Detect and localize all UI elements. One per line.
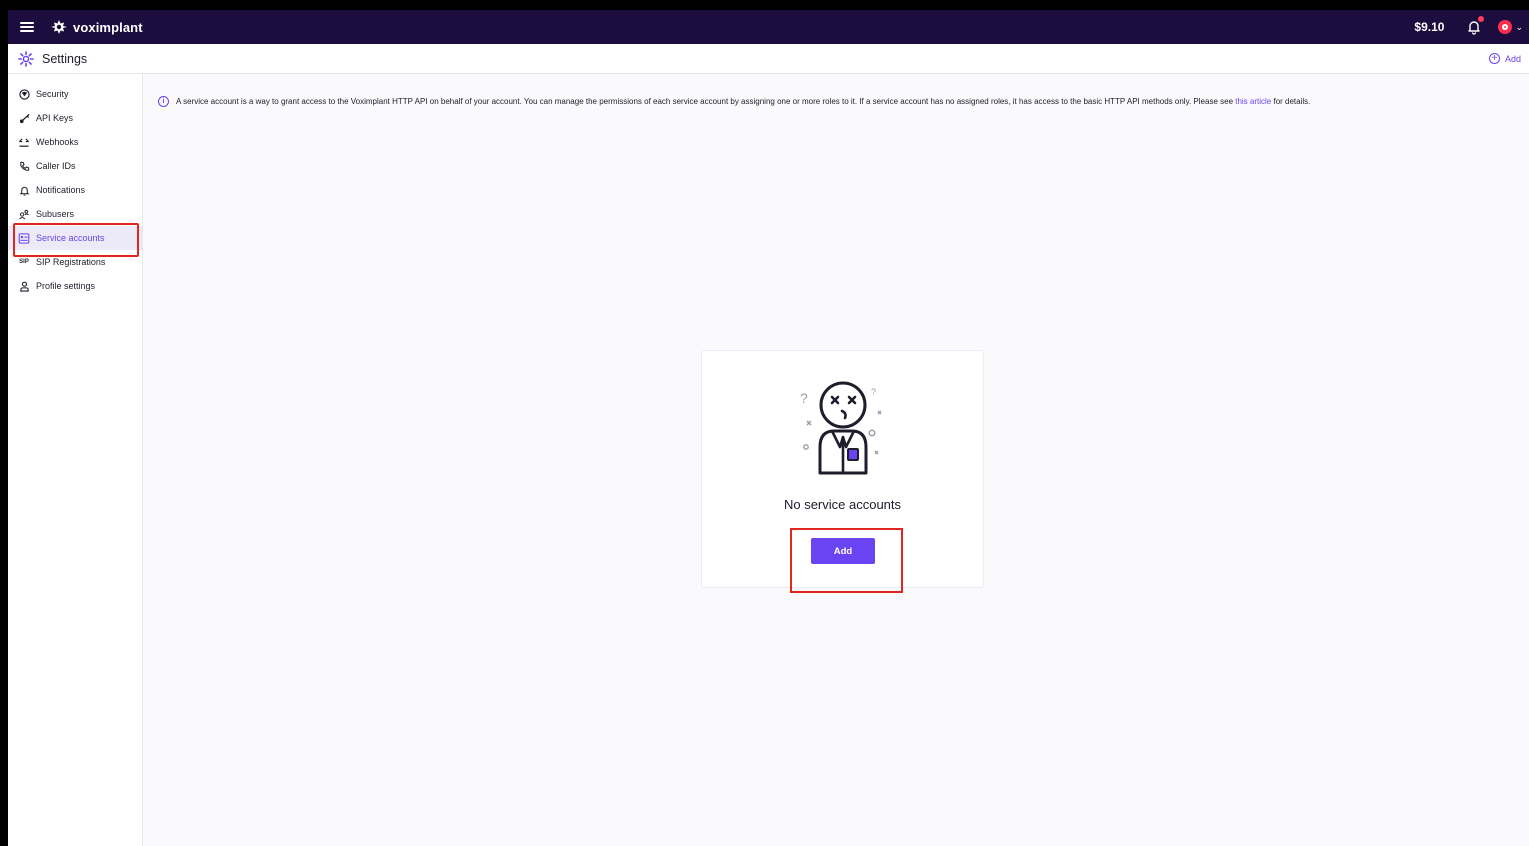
sidebar-item-service-accounts[interactable]: Service accounts bbox=[8, 223, 142, 257]
add-circle-icon: + bbox=[1488, 53, 1500, 64]
sidebar-item-label: SIP Registrations bbox=[36, 257, 106, 267]
sidebar-item-api-keys[interactable]: API Keys bbox=[8, 106, 142, 130]
sip-icon: SIP bbox=[19, 259, 29, 265]
bell-icon bbox=[18, 184, 30, 196]
sidebar-item-caller-ids[interactable]: Caller IDs bbox=[8, 154, 142, 178]
info-link[interactable]: this article bbox=[1235, 97, 1271, 106]
notification-dot bbox=[1478, 16, 1485, 22]
add-service-account-button[interactable]: Add bbox=[811, 538, 875, 564]
service-account-icon bbox=[18, 232, 30, 244]
chevron-down-icon[interactable]: ⌄ bbox=[1515, 22, 1523, 33]
account-balance[interactable]: $9.10 bbox=[1414, 20, 1444, 34]
menu-icon[interactable] bbox=[20, 22, 34, 32]
topbar-right: $9.10 ⌄ bbox=[1414, 16, 1523, 35]
sidebar-item-sip-registrations[interactable]: SIP SIP Registrations bbox=[8, 250, 142, 274]
sidebar-item-label: Profile settings bbox=[36, 281, 96, 291]
sidebar-item-label: Caller IDs bbox=[36, 161, 76, 171]
avatar-icon[interactable] bbox=[1498, 20, 1513, 34]
sidebar-item-label: API Keys bbox=[36, 113, 74, 123]
info-banner: i A service account is a way to grant ac… bbox=[158, 96, 1310, 107]
empty-state-card: ? ? No service accounts Add bbox=[701, 350, 984, 593]
logo[interactable]: voximplant bbox=[50, 19, 143, 35]
top-bar: voximplant $9.10 ⌄ bbox=[8, 10, 1529, 44]
svg-text:?: ? bbox=[871, 387, 876, 397]
sidebar: Security API Keys Webhooks Caller IDs No… bbox=[8, 74, 143, 846]
info-icon: i bbox=[158, 96, 169, 107]
info-text: A service account is a way to grant acce… bbox=[176, 97, 1311, 106]
person-icon bbox=[18, 280, 30, 292]
sidebar-item-webhooks[interactable]: Webhooks bbox=[8, 130, 142, 154]
page-title: Settings bbox=[42, 51, 88, 66]
key-icon bbox=[18, 112, 30, 124]
sidebar-item-notifications[interactable]: Notifications bbox=[8, 178, 142, 202]
header-add-button[interactable]: + Add bbox=[1488, 53, 1521, 64]
users-icon bbox=[18, 208, 30, 220]
sidebar-item-subusers[interactable]: Subusers bbox=[8, 202, 142, 226]
svg-text:?: ? bbox=[800, 390, 808, 406]
shield-icon bbox=[18, 88, 30, 100]
sidebar-item-label: Service accounts bbox=[36, 233, 105, 243]
sidebar-item-security[interactable]: Security bbox=[8, 82, 142, 106]
sidebar-item-label: Webhooks bbox=[36, 137, 79, 147]
voximplant-logo-icon bbox=[51, 20, 67, 34]
gear-icon bbox=[18, 50, 34, 67]
header-add-label: Add bbox=[1504, 53, 1521, 64]
notifications-button[interactable] bbox=[1466, 16, 1485, 35]
sidebar-item-profile-settings[interactable]: Profile settings bbox=[8, 274, 142, 298]
sidebar-item-label: Subusers bbox=[36, 209, 75, 219]
sidebar-item-label: Notifications bbox=[36, 185, 86, 195]
confused-person-illustration: ? ? bbox=[800, 381, 882, 475]
phone-icon bbox=[18, 160, 30, 172]
webhook-icon bbox=[18, 136, 30, 148]
page-header: Settings + Add bbox=[8, 44, 1529, 74]
empty-state-message: No service accounts bbox=[783, 497, 902, 512]
app-window: voximplant $9.10 ⌄ Settings + Add Securi… bbox=[8, 10, 1529, 846]
logo-text: voximplant bbox=[73, 19, 143, 35]
sidebar-item-label: Security bbox=[36, 89, 69, 99]
main-content: i A service account is a way to grant ac… bbox=[143, 74, 1529, 846]
